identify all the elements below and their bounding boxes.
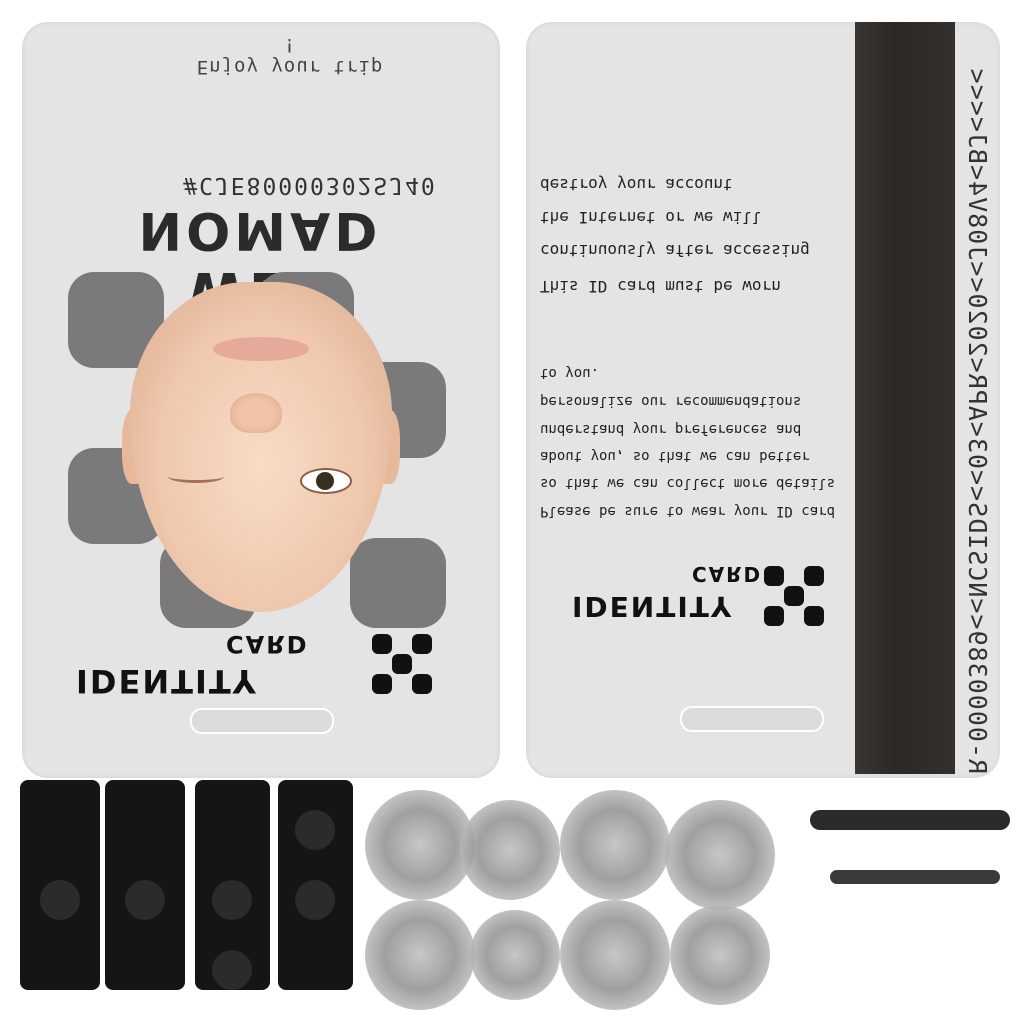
back-detail-line: to you. [540, 365, 600, 381]
strap-hole [212, 950, 252, 990]
strap-hole [212, 880, 252, 920]
front-tagline: Enjoy your trip ! [196, 34, 384, 78]
back-detail-line: understand your preferences and [540, 421, 802, 437]
back-lanyard-slot [680, 706, 824, 732]
strap-hole [295, 810, 335, 850]
front-card-label: CARD [226, 630, 309, 658]
back-card-label: CARD [692, 562, 763, 586]
metal-clip-texture [560, 900, 670, 1010]
back-detail-line: so that we can collect more details [540, 475, 836, 491]
mrz-text: R-0000389<<NCSIDS<<03<APR<2020<<J08V4<BJ… [963, 67, 992, 774]
metal-clip-texture [365, 790, 475, 900]
identity-logo-icon [372, 634, 432, 694]
metal-clip-texture [460, 800, 560, 900]
eye-open [300, 468, 352, 494]
metal-clip-texture [365, 900, 475, 1010]
metal-clip-texture [665, 800, 775, 910]
lips [213, 337, 309, 361]
back-detail-line: about you, so that we can better [540, 448, 810, 464]
eye-closed [168, 470, 224, 483]
metal-clip-texture [560, 790, 670, 900]
back-detail-line: personalize our recommendations [540, 393, 802, 409]
metal-clip-texture [670, 905, 770, 1005]
back-notice-line: the Internet or we will [540, 208, 762, 227]
back-notice-line: continuously after accessing [540, 241, 810, 260]
magnetic-stripe [855, 22, 955, 774]
back-detail-line: Please be sure to wear your ID card [540, 503, 836, 519]
strap-hole [295, 880, 335, 920]
lanyard-slot [190, 708, 334, 734]
back-notice-line: This ID card must be worn [540, 277, 781, 296]
front-serial-number: #CJE80000302SJ40 [183, 172, 437, 198]
back-notice-line: destroy your account [540, 175, 733, 194]
back-identity-logo-icon [764, 566, 824, 626]
metal-bar [830, 870, 1000, 884]
iris [316, 472, 334, 490]
strap-hole [125, 880, 165, 920]
mrz-container: R-0000389<<NCSIDS<<03<APR<2020<<J08V4<BJ… [958, 26, 998, 774]
pattern-block [350, 538, 446, 628]
metal-bar [810, 810, 1010, 830]
nose [230, 393, 282, 433]
strap-hole [40, 880, 80, 920]
front-identity-label: IDENTITY [76, 662, 258, 700]
back-identity-label: IDENTITY [572, 590, 734, 623]
metal-clip-texture [470, 910, 560, 1000]
